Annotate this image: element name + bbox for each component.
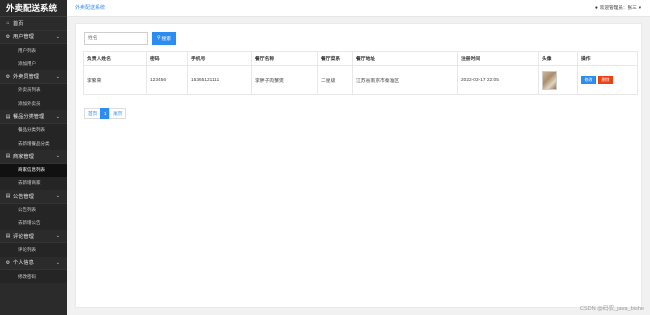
chevron-down-icon: ⌄ [55,33,60,40]
sidebar-subitem-label: 修改密码 [18,273,36,279]
topbar: 外卖配送系统 ● 欢迎管理员：张三 ▾ [67,0,650,17]
cell-phone: 15365121111 [187,65,252,95]
user-icon: ⚙ [5,33,11,40]
cell-avatar [538,65,578,95]
cell-time: 2022-03-17 22:05 [457,65,539,95]
sidebar-subitem-label: 餐品分类列表 [18,127,45,133]
doc-icon: ▤ [5,233,11,240]
cell-actions: 修改 删除 [577,65,638,95]
sidebar-item-label: 评论管理 [13,233,34,240]
sidebar-subitem[interactable]: 修改密码 [0,270,67,284]
sidebar-item[interactable]: ⚙ 用户管理 ⌄ [0,31,67,44]
sidebar-subitem[interactable]: 去新增餐品分类 [0,136,67,151]
sidebar-item-label: 外卖员管理 [13,74,39,81]
sidebar-subitem[interactable]: 商家信息列表 [0,163,67,177]
cell-address: 江苏省南京市秦淮区 [352,65,458,95]
cell-cuisine: 二星级 [317,65,353,95]
user-greeting: 欢迎管理员：张三 [599,5,637,10]
search-input[interactable] [84,32,148,45]
cell-name: 李繁荣 [83,65,147,95]
gear-icon: ⚙ [5,259,11,266]
sidebar-subitem-label: 添加用户 [18,60,36,66]
chevron-down-icon: ⌄ [55,193,60,200]
user-menu[interactable]: ● 欢迎管理员：张三 ▾ [595,5,641,11]
sidebar-subitem-label: 评论列表 [18,246,36,252]
sidebar-subitem[interactable]: 外卖员列表 [0,83,67,98]
sidebar-item-label: 商家管理 [13,153,34,160]
sidebar-subitem-label: 用户列表 [18,47,36,53]
doc-icon: ▤ [5,193,11,200]
sidebar-item[interactable]: ⌂ 首页 [0,17,67,31]
sidebar-item[interactable]: ▤ 餐品分类管理 ⌄ [0,110,67,124]
sidebar-subitem-label: 去新增商家 [18,180,41,186]
doc-icon: ▤ [5,113,11,120]
sidebar-item[interactable]: ▤ 商家管理 ⌄ [0,150,67,164]
chevron-down-icon: ⌄ [55,259,60,266]
col-header: 负责人姓名 [83,51,147,66]
rider-icon: ⚙ [5,73,11,80]
sidebar-item[interactable]: ⚙ 外卖员管理 ⌄ [0,70,67,84]
col-header: 餐厅菜系 [317,51,353,66]
pagination: 首页 1 尾页 [84,108,127,119]
sidebar-item-label: 公告管理 [13,193,34,200]
sidebar-subitem[interactable]: 添加用户 [0,57,67,71]
sidebar-menu: ⌂ 首页 ⚙ 用户管理 ⌄ 用户列表 添加用户 ⚙ 外卖员管理 ⌄ 外卖员列表 添加外卖员 ▤ 餐品分类管… [0,17,67,284]
search-button-label: 搜索 [161,37,172,42]
home-icon: ⌂ [6,20,10,27]
watermark: CSDN @码农_java_bishe [579,306,644,312]
sidebar-subitem[interactable]: 去新增公告 [0,216,67,230]
chevron-down-icon: ⌄ [55,153,60,160]
sidebar-item-label: 个人信息 [13,260,34,267]
col-header: 餐厅地址 [352,51,458,66]
sidebar-item[interactable]: ⚙ 个人信息 ⌄ [0,257,67,271]
user-avatar-icon: ● [594,5,598,11]
sidebar-subitem[interactable]: 用户列表 [0,44,67,58]
sidebar: 外卖配送系统 ⌂ 首页 ⚙ 用户管理 ⌄ 用户列表 添加用户 ⚙ 外卖员管理 ⌄ 外卖员列表 添加外卖… [0,0,67,315]
sidebar-subitem[interactable]: 添加外卖员 [0,97,67,111]
sidebar-item[interactable]: ▤ 公告管理 ⌄ [0,190,67,204]
sidebar-subitem[interactable]: 公告列表 [0,203,67,217]
delete-button[interactable]: 删除 [598,76,613,84]
chevron-down-icon: ⌄ [55,113,60,120]
sidebar-subitem-label: 去新增餐品分类 [18,140,50,146]
search-icon: ⚲ [156,36,161,41]
chevron-down-icon: ⌄ [55,73,60,80]
sidebar-subitem-label: 去新增公告 [18,220,41,226]
chevron-down-icon: ⌄ [55,233,60,240]
search-button[interactable]: ⚲ 搜索 [152,32,176,45]
sidebar-item-label: 用户管理 [13,34,34,41]
col-header: 操作 [577,51,638,66]
col-header: 头像 [538,51,578,66]
sidebar-item[interactable]: ▤ 评论管理 ⌄ [0,230,67,244]
col-header: 餐厅名称 [251,51,318,66]
table-header-row: 负责人姓名 密码 手机号 餐厅名称 餐厅菜系 餐厅地址 注册时间 头像 操作 [83,51,638,66]
table-row: 李繁荣 123456 15365121111 李胖子肉蟹煲 二星级 江苏省南京市… [83,65,638,95]
merchant-table: 负责人姓名 密码 手机号 餐厅名称 餐厅菜系 餐厅地址 注册时间 头像 操作 李… [83,51,638,95]
content-panel: ⚲ 搜索 负责人姓名 密码 手机号 餐厅名称 餐厅菜系 餐厅地址 注册时间 头像… [75,23,642,308]
sidebar-subitem[interactable]: 餐品分类列表 [0,123,67,137]
app-title: 外卖配送系统 [0,0,67,17]
col-header: 注册时间 [457,51,539,66]
doc-icon: ▤ [5,153,11,160]
cell-password: 123456 [146,65,188,95]
edit-button[interactable]: 修改 [581,76,596,84]
pager-first[interactable]: 首页 [84,108,102,119]
sidebar-subitem-label: 公告列表 [18,207,36,213]
pager-last[interactable]: 尾页 [109,108,127,119]
chevron-down-icon: ▾ [638,5,641,10]
sidebar-subitem-label: 外卖员列表 [18,87,41,93]
avatar-image [542,70,557,90]
sidebar-subitem-label: 添加外卖员 [18,100,41,106]
sidebar-subitem[interactable]: 评论列表 [0,243,67,257]
col-header: 手机号 [187,51,252,66]
sidebar-subitem[interactable]: 去新增商家 [0,176,67,190]
sidebar-subitem-label: 商家信息列表 [18,167,45,173]
sidebar-item-label: 首页 [13,20,24,27]
cell-restaurant: 李胖子肉蟹煲 [251,65,318,95]
col-header: 密码 [146,51,188,66]
breadcrumb[interactable]: 外卖配送系统 [75,4,105,11]
sidebar-item-label: 餐品分类管理 [13,114,45,120]
